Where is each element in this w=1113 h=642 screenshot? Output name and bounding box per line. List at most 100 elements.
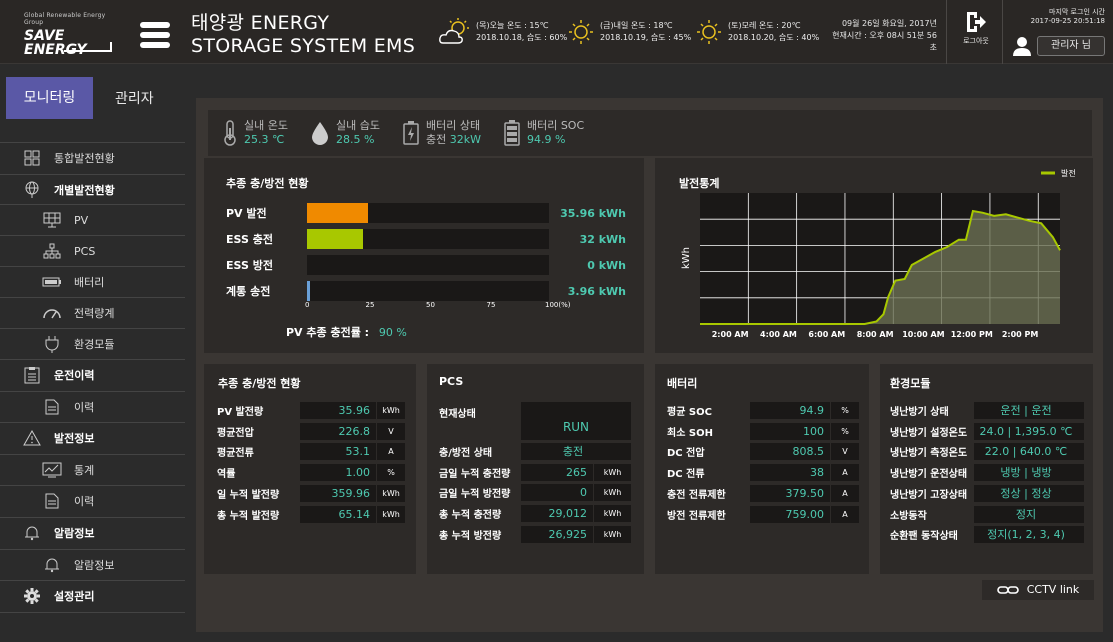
env_module-row-value: 정지(1, 2, 3, 4) <box>974 526 1084 544</box>
charge-bar-track <box>307 281 549 301</box>
battery-row-label: 평균 SOC <box>667 407 712 418</box>
sidebar-item-label: 설정관리 <box>54 590 95 603</box>
battery-status-label: 배터리 상태 <box>425 119 481 132</box>
charge-bar-track <box>307 255 549 275</box>
logout-button[interactable]: 로그아웃 <box>955 10 997 46</box>
sidebar-item[interactable]: PCS <box>0 235 185 266</box>
logo-underline <box>64 42 112 52</box>
battery-status-prefix: 충전 <box>425 133 447 146</box>
tab-monitoring[interactable]: 모니터링 <box>6 77 93 119</box>
battery-status-value: 32kW <box>449 133 481 146</box>
battery-soc-label: 배터리 SOC <box>526 119 585 132</box>
battery-row-value: 100 <box>750 422 830 440</box>
env_module-row-value: 정상 | 정상 <box>974 484 1084 502</box>
env_module-row-label: 냉난방기 상태 <box>890 407 949 418</box>
gauge-icon <box>42 307 62 319</box>
document-icon <box>42 493 62 509</box>
warning-icon <box>22 430 42 446</box>
summary-row-unit: kWh <box>377 484 405 502</box>
summary-row-value: 35.96 <box>300 402 376 419</box>
summary-row-label: 일 누적 발전량 <box>217 489 280 501</box>
charge-bar-row: 계통 송전 3.96 kWh <box>226 280 626 302</box>
sidebar-item[interactable]: 알람정보 <box>0 517 185 548</box>
summary-panel: 추종 충/방전 현황 PV 발전량 35.96 kWh 평균전압 226.8 V 평균전류 5… <box>204 364 416 574</box>
pcs-row-label: 총 누적 방전량 <box>439 530 502 542</box>
weather-day-after-line2: 2018.10.20, 습도 : 40% <box>728 33 820 42</box>
battery-soc-value: 94.9 % <box>526 133 566 146</box>
pv-rate-label: PV 추종 충전률 : <box>286 326 370 339</box>
weather-today-line2: 2018.10.18, 습도 : 60% <box>476 33 568 42</box>
app-title-line1: 태양광 ENERGY <box>191 12 330 34</box>
charge-bar-fill <box>307 229 363 249</box>
sidebar-item[interactable]: 발전정보 <box>0 422 185 453</box>
logo-line1: SAVE <box>24 28 65 44</box>
pcs-title: PCS <box>439 375 464 388</box>
sun-icon <box>569 20 593 44</box>
admin-user-button[interactable]: 관리자 님 <box>1037 36 1105 56</box>
solar-panel-icon <box>42 212 62 228</box>
charge-bar-value: 0 kWh <box>587 258 626 272</box>
clipboard-icon <box>22 366 42 384</box>
sidebar-item[interactable]: 알람정보 <box>0 549 185 580</box>
summary-row-value: 1.00 <box>300 464 376 482</box>
indoor-humidity: 실내 습도 28.5 % <box>310 119 380 147</box>
cctv-link-button[interactable]: CCTV link <box>982 580 1094 600</box>
hamburger-menu-icon[interactable] <box>140 22 170 48</box>
logo-tagline: Global Renewable Energy Group <box>24 12 106 26</box>
sun-cloud-icon <box>439 18 469 44</box>
sidebar-item[interactable]: 통합발전현황 <box>0 142 185 173</box>
pcs-panel: PCS 현재상태 RUN 충/방전 상태 충전 금일 누적 충전량 265 kWh 금일 … <box>427 364 644 574</box>
sidebar-item-label: 통계 <box>74 464 95 477</box>
charge-status-panel: 추종 충/방전 현황 PV 발전 35.96 kWh ESS 충전 32 kWh ESS… <box>204 158 644 353</box>
battery-full-icon <box>504 120 520 146</box>
sidebar-item[interactable]: 전력량계 <box>0 297 185 328</box>
sidebar-item[interactable]: 이력 <box>0 391 185 422</box>
sidebar-item[interactable]: 통계 <box>0 454 185 485</box>
sidebar-tabs: 모니터링 관리자 <box>0 73 185 123</box>
battery-row-value: 759.00 <box>750 505 830 523</box>
pcs-row-value: 265 <box>521 463 593 481</box>
charge-bar-value: 32 kWh <box>579 232 626 246</box>
indoor-humidity-value: 28.5 % <box>335 133 375 146</box>
summary-row-label: 평균전류 <box>217 448 254 460</box>
link-icon <box>996 586 1019 594</box>
last-login-label: 마지막 로그인 시간 <box>1049 8 1105 16</box>
env_module-row-value: 정지 <box>974 505 1084 523</box>
grid-icon <box>22 150 42 166</box>
env_module-row-label: 소방동작 <box>890 510 927 522</box>
sidebar-item-label: 알람정보 <box>74 559 115 572</box>
summary-row-unit: kWh <box>377 402 405 419</box>
sidebar-item[interactable]: 운전이력 <box>0 359 185 390</box>
sidebar-item[interactable]: PV <box>0 204 185 235</box>
generation-stats-panel: 발전통계 2:00 AM 4:00 AM 6:00 AM 8:00 AM 10:00 A… <box>655 158 1093 353</box>
save-energy-logo[interactable]: Global Renewable Energy Group SAVE ENERG… <box>24 12 116 57</box>
chart-x-tick: 12:00 PM <box>951 330 993 339</box>
sidebar-item[interactable]: 환경모듈 <box>0 328 185 359</box>
indoor-humidity-label: 실내 습도 <box>335 119 380 132</box>
battery-title: 배터리 <box>667 377 698 390</box>
battery-row-value: 38 <box>750 464 830 482</box>
weather-tomorrow: (금)내일 온도 : 18℃ 2018.10.19, 습도 : 45% <box>566 14 691 50</box>
pcs-row-label: 금일 누적 방전량 <box>439 489 511 501</box>
env_module-row-value: 24.0 | 1,395.0 ℃ <box>974 422 1084 440</box>
battery-charge-icon <box>403 121 419 145</box>
sidebar-item[interactable]: 개별발전현황 <box>0 174 185 205</box>
pcs-row-unit: kWh <box>594 463 631 481</box>
sidebar-item[interactable]: 배터리 <box>0 266 185 297</box>
charge-status-title: 추종 충/방전 현황 <box>226 177 309 190</box>
sidebar-item-label: PCS <box>74 244 96 258</box>
charge-bar-label: 계통 송전 <box>226 285 271 298</box>
indoor-temperature-value: 25.3 ℃ <box>244 133 285 146</box>
battery-row-label: 충전 전류제한 <box>667 489 726 501</box>
chart-x-tick: 2:00 PM <box>1002 330 1039 339</box>
tab-admin[interactable]: 관리자 <box>101 88 168 108</box>
sidebar-item[interactable]: 이력 <box>0 485 185 516</box>
indoor-temperature: 실내 온도 25.3 ℃ <box>222 119 288 147</box>
app-header: Global Renewable Energy Group SAVE ENERG… <box>0 0 1113 64</box>
pcs-row-label: 충/방전 상태 <box>439 448 493 459</box>
battery-row-label: 방전 전류제한 <box>667 510 726 522</box>
logout-icon <box>967 12 986 32</box>
weather-day-after: (토)모레 온도 : 20℃ 2018.10.20, 습도 : 40% <box>694 14 819 50</box>
pcs-status-label: 현재상태 <box>439 409 476 420</box>
sidebar-item[interactable]: 설정관리 <box>0 580 185 611</box>
